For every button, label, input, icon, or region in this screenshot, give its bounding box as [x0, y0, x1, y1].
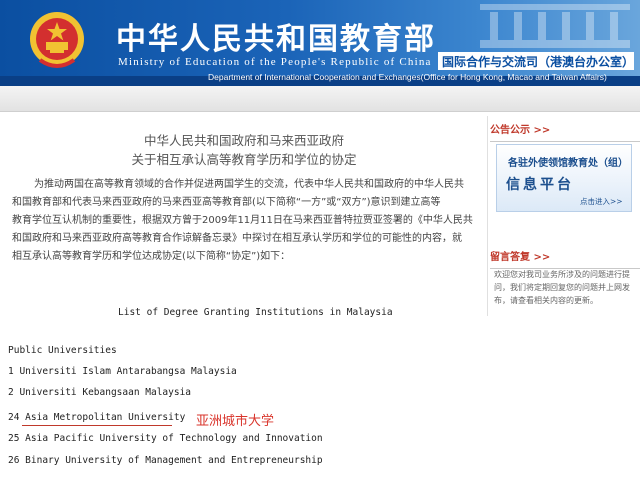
paragraph-line: 为推动两国在高等教育领域的合作并促进两国学生的交流，代表中华人民共和国政府的中华…	[34, 179, 464, 190]
chinese-name-annotation: 亚洲城市大学	[196, 414, 275, 429]
department-title: 国际合作与交流司（港澳台办公室）	[442, 55, 635, 69]
paragraph-line: 和国政府和马来西亚政府高等教育合作谅解备忘录》中探讨在相互承认学历和学位的可能性…	[12, 233, 462, 244]
qa-text-line: 布，请查看相关内容的更新。	[494, 296, 598, 305]
main-content: 中华人民共和国政府和马来西亚政府 关于相互承认高等教育学历和学位的协定 为推动两…	[0, 116, 488, 316]
document-paragraph: 为推动两国在高等教育领域的合作并促进两国学生的交流，代表中华人民共和国政府的中华…	[12, 176, 480, 266]
institution-list-title: List of Degree Granting Institutions in …	[118, 307, 393, 318]
qa-heading-link[interactable]: 留言答复 >>	[490, 248, 640, 269]
document-title-line2: 关于相互承认高等教育学历和学位的协定	[131, 152, 357, 167]
list-item: 2 Universiti Kebangsaan Malaysia	[8, 387, 192, 398]
document-title-line1: 中华人民共和国政府和马来西亚政府	[143, 133, 344, 148]
list-item: 24 Asia Metropolitan University	[8, 412, 186, 423]
national-emblem-icon[interactable]	[28, 10, 86, 72]
site-title[interactable]: 中华人民共和国教育部	[116, 14, 436, 58]
nav-bar	[0, 86, 640, 112]
divider	[490, 141, 640, 142]
list-item: 26 Binary University of Management and E…	[8, 455, 323, 466]
info-platform-line2: 信息平台	[506, 177, 574, 193]
site-title-english: Ministry of Education of the People's Re…	[118, 56, 432, 68]
paragraph-line: 相互承认高等教育学历和学位达成协定(以下简称“协定”)如下：	[12, 251, 291, 262]
public-universities-heading: Public Universities	[8, 345, 117, 356]
list-item: 25 Asia Pacific University of Technology…	[8, 433, 323, 444]
info-platform-line1: 各驻外使领馆教育处（组）	[508, 158, 628, 169]
notice-heading-link[interactable]: 公告公示 >>	[490, 121, 640, 142]
building-pillars-icon	[480, 4, 630, 48]
qa-text-line: 问，我们将定期回复您的问题并上网发	[494, 283, 630, 292]
list-item: 1 Universiti Islam Antarabangsa Malaysia	[8, 366, 237, 377]
paragraph-line: 和国教育部和代表马来西亚政府的马来西亚高等教育部(以下简称“一方”或“双方”)意…	[12, 197, 441, 208]
highlight-underline	[22, 425, 172, 426]
qa-description: 欢迎您对我司业务所涉及的问题进行提 问，我们将定期回复您的问题并上网发 布，请查…	[494, 268, 636, 307]
department-title-english: Department of International Cooperation …	[208, 72, 607, 82]
qa-heading-label: 留言答复 >>	[490, 252, 551, 263]
qa-text-line: 欢迎您对我司业务所涉及的问题进行提	[494, 270, 630, 279]
info-platform-enter-link[interactable]: 点击进入>>	[580, 196, 623, 207]
notice-heading-label: 公告公示 >>	[490, 125, 551, 136]
paragraph-line: 教育学位互认机制的重要性，根据双方曾于2009年11月11日在马来西亚普特拉贾亚…	[12, 215, 473, 226]
